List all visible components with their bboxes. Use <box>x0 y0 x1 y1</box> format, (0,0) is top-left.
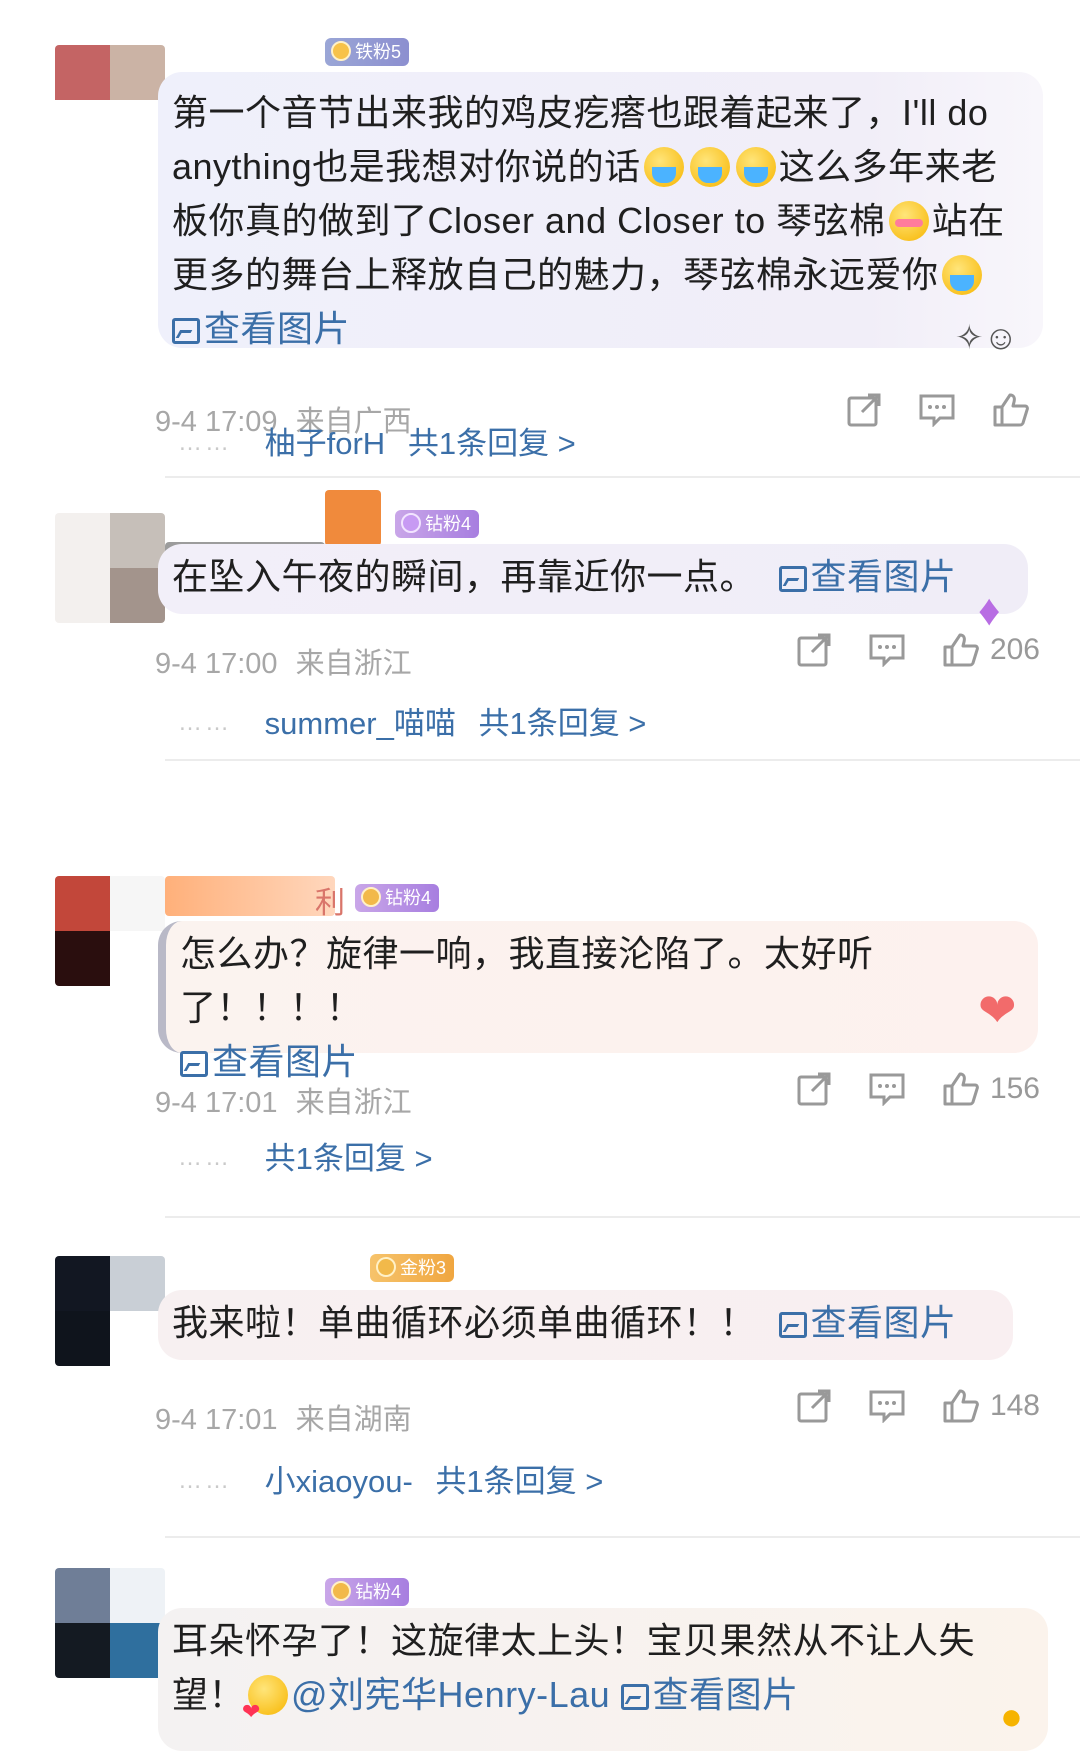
reply-summary[interactable]: …… 柚子forH 共1条回复 > <box>178 418 576 463</box>
doodle-sticker-icon: ✧☺ <box>955 319 1019 357</box>
comment-item: 钻粉4 在坠入午夜的瞬间，再靠近你一点。 查看图片 ♦ 9-4 17:00 来自… <box>0 478 1080 761</box>
comment-text: 我来啦！单曲循环必须单曲循环！！ 查看图片 <box>172 1302 957 1343</box>
comment-button[interactable] <box>868 633 906 667</box>
comment-icon <box>869 1073 905 1106</box>
comment-icon <box>869 1390 905 1423</box>
egg-sticker-icon: ● <box>1000 1696 1023 1738</box>
avatar[interactable] <box>55 876 165 986</box>
like-icon <box>943 633 979 667</box>
crying-emoji <box>941 255 982 295</box>
comment-text: 怎么办？旋律一响，我直接沦陷了。太好听了！！！！ 查看图片 <box>180 933 874 1082</box>
like-count: 148 <box>989 1389 1040 1422</box>
crown-icon <box>361 887 381 907</box>
mention-link[interactable]: @刘宪华Henry-Lau <box>291 1674 610 1715</box>
comment-icon <box>919 394 955 427</box>
comment-meta: 9-4 17:01 来自浙江 <box>155 1087 412 1119</box>
comment-bubble[interactable]: 在坠入午夜的瞬间，再靠近你一点。 查看图片 <box>158 544 1028 614</box>
like-button[interactable]: 148 <box>942 1388 1040 1424</box>
comment-meta: 9-4 17:00 来自浙江 <box>155 648 412 680</box>
image-icon <box>778 1312 807 1338</box>
comment-actions: 148 <box>796 1388 1040 1424</box>
crying-emoji <box>735 147 776 187</box>
image-icon <box>172 318 200 344</box>
fan-badge: 钻粉4 <box>355 884 440 912</box>
share-button[interactable] <box>846 392 882 428</box>
view-image-link[interactable]: 查看图片 <box>180 1041 358 1082</box>
like-button[interactable] <box>992 392 1040 428</box>
username-blurred[interactable]: 利 <box>165 876 345 920</box>
view-image-link[interactable]: 查看图片 <box>778 1302 957 1343</box>
avatar[interactable] <box>55 1256 165 1366</box>
reply-summary[interactable]: …… 共1条回复 > <box>178 1133 433 1178</box>
reply-summary[interactable]: …… 小xiaoyou- 共1条回复 > <box>178 1456 603 1501</box>
fan-badge: 钻粉4 <box>325 1578 410 1606</box>
comment-button[interactable] <box>868 1072 906 1106</box>
share-icon <box>797 1072 831 1106</box>
diamond-sticker-icon: ♦ <box>978 586 1001 635</box>
share-icon <box>797 1389 831 1423</box>
comment-actions <box>846 392 1040 428</box>
like-icon <box>943 1389 979 1423</box>
fan-badge: 金粉3 <box>370 1254 455 1282</box>
share-button[interactable] <box>796 1071 832 1107</box>
image-icon <box>180 1051 208 1077</box>
comment-bubble[interactable]: 我来啦！单曲循环必须单曲循环！！ 查看图片 <box>158 1290 1013 1360</box>
comment-bubble[interactable]: 耳朵怀孕了！这旋律太上头！宝贝果然从不让人失望！@刘宪华Henry-Lau 查看… <box>158 1608 1048 1751</box>
fan-badge: 钻粉4 <box>395 510 480 538</box>
crown-icon <box>401 513 421 533</box>
share-icon <box>847 393 881 427</box>
crying-emoji <box>643 147 684 187</box>
view-image-link[interactable]: 查看图片 <box>172 308 350 349</box>
image-icon <box>620 1684 649 1710</box>
comment-text: 耳朵怀孕了！这旋律太上头！宝贝果然从不让人失望！@刘宪华Henry-Lau 查看… <box>172 1614 1028 1739</box>
crown-icon <box>376 1257 396 1277</box>
like-button[interactable]: 156 <box>942 1071 1040 1107</box>
fan-badge: 铁粉5 <box>325 38 410 66</box>
comment-bubble[interactable]: 第一个音节出来我的鸡皮疙瘩也跟着起来了，I'll do anything也是我想… <box>158 72 1043 349</box>
avatar[interactable] <box>55 513 165 623</box>
share-button[interactable] <box>796 1388 832 1424</box>
comment-actions: 156 <box>796 1071 1040 1107</box>
comment-text: 第一个音节出来我的鸡皮疙瘩也跟着起来了，I'll do anything也是我想… <box>172 92 1005 349</box>
comment-text: 在坠入午夜的瞬间，再靠近你一点。 查看图片 <box>172 556 957 597</box>
comment-item: 钻粉4 耳朵怀孕了！这旋律太上头！宝贝果然从不让人失望！@刘宪华Henry-La… <box>0 1538 1080 1751</box>
like-count: 206 <box>989 633 1040 666</box>
reply-summary[interactable]: …… summer_喵喵 共1条回复 > <box>178 698 646 743</box>
comment-bubble[interactable]: 怎么办？旋律一响，我直接沦陷了。太好听了！！！！ 查看图片 <box>158 921 1038 1082</box>
like-button[interactable]: 206 <box>942 632 1040 668</box>
share-icon <box>797 633 831 667</box>
comment-item: 利 钻粉4 怎么办？旋律一响，我直接沦陷了。太好听了！！！！ 查看图片 ❤ 9-… <box>0 761 1080 1176</box>
username-blurred[interactable] <box>325 490 381 546</box>
comment-button[interactable] <box>918 393 956 427</box>
avatar[interactable] <box>55 45 165 155</box>
kiss-emoji <box>242 1675 289 1739</box>
like-icon <box>943 1072 979 1106</box>
comment-item: 金粉3 我来啦！单曲循环必须单曲循环！！ 查看图片 9-4 17:01 来自湖南… <box>0 1218 1080 1538</box>
image-icon <box>778 566 807 592</box>
couple-sticker-icon: ❤ <box>978 984 1017 1036</box>
crown-icon <box>331 41 351 61</box>
view-image-link[interactable]: 查看图片 <box>778 556 957 597</box>
avatar[interactable] <box>55 1568 165 1678</box>
crying-emoji <box>689 147 730 187</box>
crown-icon <box>331 1581 351 1601</box>
blush-emoji <box>888 201 929 241</box>
share-button[interactable] <box>796 632 832 668</box>
like-icon <box>993 393 1029 427</box>
view-image-link[interactable]: 查看图片 <box>620 1674 799 1715</box>
comment-feed: 铁粉5 第一个音节出来我的鸡皮疙瘩也跟着起来了，I'll do anything… <box>0 0 1080 1751</box>
comment-actions: 206 <box>796 632 1040 668</box>
comment-button[interactable] <box>868 1389 906 1423</box>
comment-icon <box>869 634 905 667</box>
like-count: 156 <box>989 1072 1040 1105</box>
comment-meta: 9-4 17:01 来自湖南 <box>155 1404 412 1436</box>
comment-item: 铁粉5 第一个音节出来我的鸡皮疙瘩也跟着起来了，I'll do anything… <box>0 0 1080 478</box>
